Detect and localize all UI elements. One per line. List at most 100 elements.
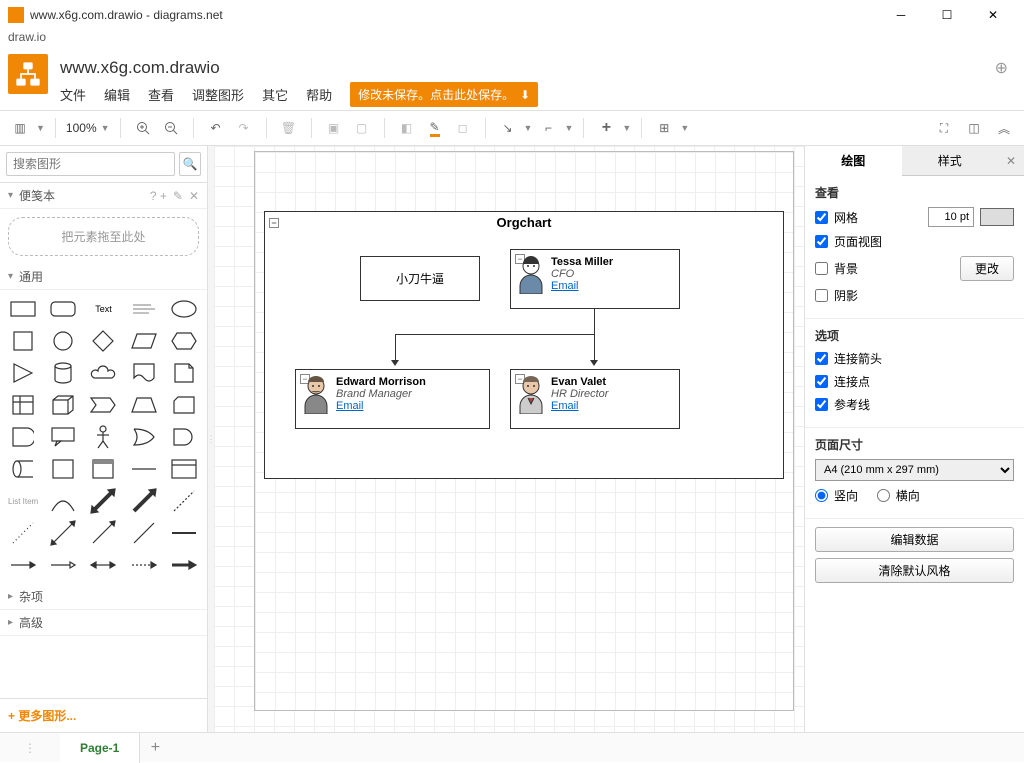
card-evan[interactable]: − Evan Valet HR Director Email <box>510 369 680 429</box>
shape-square[interactable] <box>4 326 42 356</box>
grid-checkbox[interactable] <box>815 211 828 224</box>
menu-edit[interactable]: 编辑 <box>104 85 130 104</box>
shape-rect[interactable] <box>4 294 42 324</box>
conn-points-checkbox[interactable] <box>815 375 828 388</box>
zoom-out-button[interactable] <box>159 116 183 140</box>
document-title[interactable]: www.x6g.com.drawio <box>60 58 995 78</box>
landscape-radio[interactable] <box>877 489 890 502</box>
card-email-link[interactable]: Email <box>551 280 671 292</box>
language-icon[interactable]: ⊕ <box>995 58 1008 78</box>
connection-button[interactable]: ↘ <box>496 116 520 140</box>
orgchart-title[interactable]: −Orgchart <box>264 211 784 235</box>
maximize-button[interactable]: ☐ <box>924 0 970 30</box>
close-button[interactable]: ✕ <box>970 0 1016 30</box>
general-section[interactable]: ▾通用 <box>0 264 207 290</box>
shape-step[interactable] <box>84 390 122 420</box>
tab-style[interactable]: 样式 <box>902 146 999 176</box>
shape-hline[interactable] <box>125 454 163 484</box>
misc-section[interactable]: ▸杂项 <box>0 584 207 610</box>
shape-ellipse[interactable] <box>165 294 203 324</box>
format-panel-button[interactable]: ◫ <box>962 116 986 140</box>
grid-color-swatch[interactable] <box>980 208 1014 226</box>
scratchpad-dropzone[interactable]: 把元素拖至此处 <box>8 217 199 256</box>
advanced-section[interactable]: ▸高级 <box>0 610 207 636</box>
shape-diamond[interactable] <box>84 326 122 356</box>
shape-arrow-bi[interactable] <box>84 486 122 516</box>
collapse-button[interactable]: ︽ <box>992 116 1016 140</box>
shape-curve[interactable] <box>44 486 82 516</box>
shape-hexagon[interactable] <box>165 326 203 356</box>
shape-cloud[interactable] <box>84 358 122 388</box>
page-format-select[interactable]: A4 (210 mm x 297 mm) <box>815 459 1014 481</box>
zoom-control[interactable]: 100% ▼ <box>66 121 110 135</box>
shape-and[interactable] <box>165 422 203 452</box>
node-custom[interactable]: 小刀牛逼 <box>360 256 480 301</box>
edit-data-button[interactable]: 编辑数据 <box>815 527 1014 552</box>
insert-button[interactable]: + <box>594 116 618 140</box>
menu-adjust[interactable]: 调整图形 <box>192 85 244 104</box>
scratchpad-help[interactable]: ? + <box>150 189 167 203</box>
menu-other[interactable]: 其它 <box>262 85 288 104</box>
shape-text[interactable]: Text <box>84 294 122 324</box>
page-tab[interactable]: Page-1 <box>60 733 140 763</box>
shape-link6[interactable] <box>165 550 203 580</box>
shape-window[interactable] <box>84 454 122 484</box>
to-front-button[interactable]: ▣ <box>322 116 346 140</box>
shape-circle[interactable] <box>44 326 82 356</box>
shape-listitem[interactable]: List Item <box>4 486 42 516</box>
shape-half[interactable] <box>4 422 42 452</box>
menu-help[interactable]: 帮助 <box>306 85 332 104</box>
shape-frame[interactable] <box>44 454 82 484</box>
tab-diagram[interactable]: 绘图 <box>805 146 902 176</box>
shape-trapezoid[interactable] <box>125 390 163 420</box>
shape-cylinder[interactable] <box>44 358 82 388</box>
shadow-checkbox[interactable] <box>815 289 828 302</box>
shape-arrow[interactable] <box>125 486 163 516</box>
add-page-button[interactable]: + <box>140 739 170 757</box>
portrait-radio[interactable] <box>815 489 828 502</box>
line-color-button[interactable]: ✎ <box>423 116 447 140</box>
table-button[interactable]: ⊞ <box>652 116 676 140</box>
canvas[interactable]: −Orgchart 小刀牛逼 − Tessa Miller CFO Email … <box>214 146 804 732</box>
card-email-link[interactable]: Email <box>336 400 481 412</box>
shape-datastore[interactable] <box>4 454 42 484</box>
shape-link2[interactable] <box>4 550 42 580</box>
fullscreen-button[interactable]: ⛶ <box>932 116 956 140</box>
sidebar-toggle-button[interactable]: ▥ <box>8 116 32 140</box>
shape-search-input[interactable] <box>6 152 175 176</box>
shape-actor[interactable] <box>84 422 122 452</box>
shape-textbox[interactable] <box>125 294 163 324</box>
save-warning-button[interactable]: 修改未保存。点击此处保存。 ⬇ <box>350 82 538 107</box>
shape-link3[interactable] <box>44 550 82 580</box>
clear-style-button[interactable]: 清除默认风格 <box>815 558 1014 583</box>
background-checkbox[interactable] <box>815 262 828 275</box>
scratchpad-section[interactable]: ▾便笺本? +✎✕ <box>0 183 207 209</box>
waypoint-button[interactable]: ⌐ <box>536 116 560 140</box>
collapse-icon[interactable]: − <box>269 218 279 228</box>
menu-view[interactable]: 查看 <box>148 85 174 104</box>
search-button[interactable]: 🔍 <box>179 152 201 176</box>
card-edward[interactable]: − Edward Morrison Brand Manager Email <box>295 369 490 429</box>
shape-line-arrow[interactable] <box>84 518 122 548</box>
shape-note[interactable] <box>165 358 203 388</box>
shape-document[interactable] <box>125 358 163 388</box>
card-email-link[interactable]: Email <box>551 400 671 412</box>
page-view-checkbox[interactable] <box>815 235 828 248</box>
page-menu-button[interactable]: ⋮ <box>0 741 60 755</box>
fill-color-button[interactable]: ◧ <box>395 116 419 140</box>
shape-line-bi[interactable] <box>44 518 82 548</box>
tab-close-button[interactable]: ✕ <box>998 146 1024 176</box>
shape-cube[interactable] <box>44 390 82 420</box>
shape-link4[interactable] <box>84 550 122 580</box>
undo-button[interactable]: ↶ <box>204 116 228 140</box>
zoom-in-button[interactable] <box>131 116 155 140</box>
shape-triangle[interactable] <box>4 358 42 388</box>
shape-link[interactable] <box>165 518 203 548</box>
redo-button[interactable]: ↷ <box>232 116 256 140</box>
shape-dotted[interactable] <box>4 518 42 548</box>
menu-file[interactable]: 文件 <box>60 85 86 104</box>
shadow-button[interactable]: ◻ <box>451 116 475 140</box>
shape-or[interactable] <box>125 422 163 452</box>
to-back-button[interactable]: ▢ <box>350 116 374 140</box>
guides-checkbox[interactable] <box>815 398 828 411</box>
